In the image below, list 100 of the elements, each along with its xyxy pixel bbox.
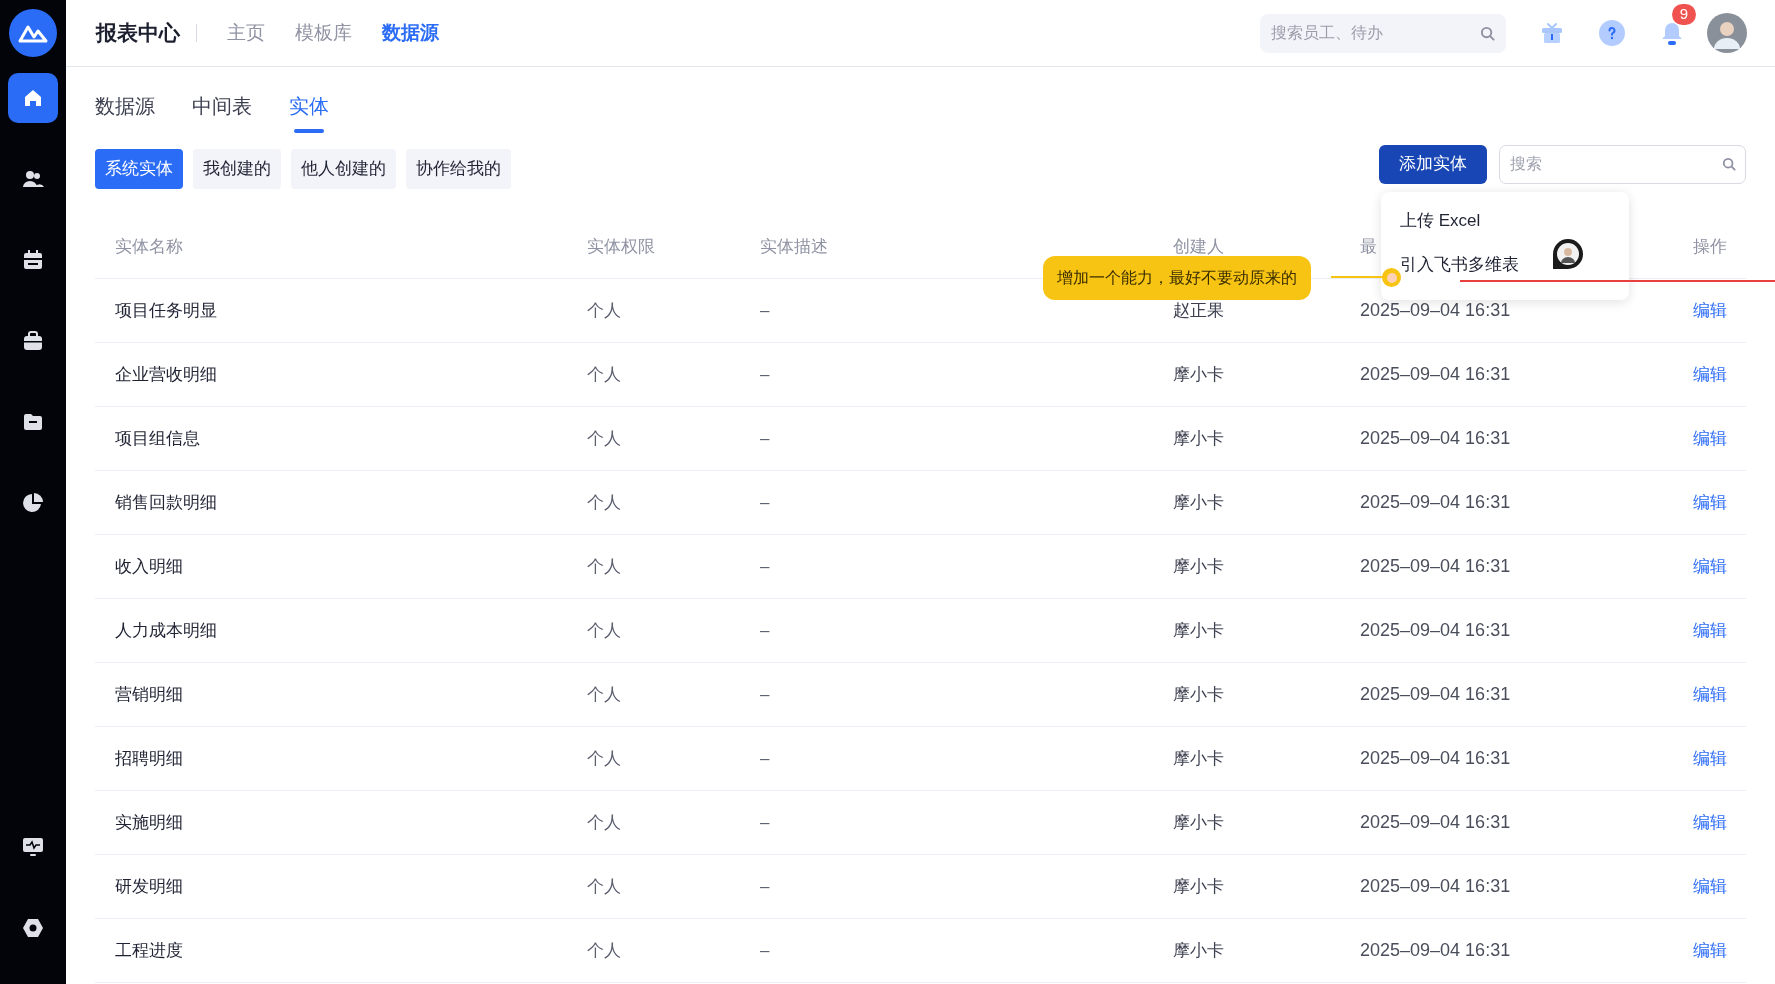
tab[interactable]: 数据源 [95,91,155,137]
search-icon[interactable] [1722,156,1736,171]
table-cell-text: 项目任务明显 [115,299,217,322]
table-cell-text: – [760,875,770,898]
table-cell-text: 摩小卡 [1173,747,1224,770]
column-header: 创建人 [1173,235,1224,258]
edit-link[interactable]: 编辑 [1693,873,1727,900]
table-cell-text: – [760,619,770,642]
table-cell-text: 个人 [587,811,621,834]
table-cell-text: – [760,939,770,962]
settings-icon [21,916,45,940]
table-cell-text: 摩小卡 [1173,811,1224,834]
table-cell-text: 研发明细 [115,875,183,898]
edit-link[interactable]: 编辑 [1693,425,1727,452]
edit-link[interactable]: 编辑 [1693,681,1727,708]
table-cell-text: 2025–09–04 16:31 [1360,811,1511,834]
nav-link[interactable]: 模板库 [295,18,352,48]
table-cell-text: 摩小卡 [1173,939,1224,962]
table-cell-text: – [760,491,770,514]
annotation-callout: 增加一个能力，最好不要动原来的 [1043,256,1311,300]
search-field[interactable]: 搜索 [1499,144,1746,184]
menu-item[interactable]: 上传 Excel [1400,206,1629,236]
app-title: 报表中心 [96,20,180,47]
table-cell-text: 个人 [587,747,621,770]
bell-icon[interactable] [1660,20,1684,46]
table-cell-text: 2025–09–04 16:31 [1360,683,1511,706]
search-icon[interactable] [1480,25,1495,41]
edit-link[interactable]: 编辑 [1693,745,1727,772]
table-cell-text: 个人 [587,363,621,386]
filter-button[interactable]: 我创建的 [193,149,281,189]
table-cell-text: 个人 [587,619,621,642]
column-header: 最 [1360,235,1377,258]
table-cell-text: 实施明细 [115,811,183,834]
filter-button[interactable]: 协作给我的 [406,149,511,189]
sidebar-item[interactable] [8,73,58,123]
table-cell-text: 摩小卡 [1173,619,1224,642]
table-cell-text: 人力成本明细 [115,619,217,642]
table-cell-text: 营销明细 [115,683,183,706]
table-cell-text: 项目组信息 [115,427,200,450]
table-cell-text: 个人 [587,683,621,706]
edit-link[interactable]: 编辑 [1693,937,1727,964]
table-cell-text: 摩小卡 [1173,555,1224,578]
edit-link[interactable]: 编辑 [1693,809,1727,836]
app-logo[interactable] [9,9,57,57]
tab[interactable]: 中间表 [192,91,252,137]
column-header: 实体权限 [587,235,655,258]
table-cell-text: 2025–09–04 16:31 [1360,363,1511,386]
table-cell-text: – [760,683,770,706]
column-header: 实体描述 [760,235,828,258]
table-cell-text: 个人 [587,491,621,514]
table-cell-text: 2025–09–04 16:31 [1360,939,1511,962]
table-cell-text: 摩小卡 [1173,683,1224,706]
table-cell-text: 2025–09–04 16:31 [1360,555,1511,578]
briefcase-icon [21,329,45,353]
table-cell-text: 企业营收明细 [115,363,217,386]
table-cell-text: – [760,427,770,450]
comment-pin-icon [1551,237,1585,271]
column-header: 实体名称 [115,235,183,258]
table-cell-text: 个人 [587,299,621,322]
help-icon[interactable] [1599,20,1625,46]
edit-link[interactable]: 编辑 [1693,489,1727,516]
table-cell-text: 摩小卡 [1173,491,1224,514]
table-cell-text: 工程进度 [115,939,183,962]
tab[interactable]: 实体 [289,91,329,137]
nav-link[interactable]: 数据源 [382,18,439,48]
user-avatar[interactable] [1707,13,1747,53]
table-cell-text: – [760,363,770,386]
edit-link[interactable]: 编辑 [1693,553,1727,580]
calendar-icon [21,248,45,272]
table-cell-text: – [760,747,770,770]
filter-button[interactable]: 系统实体 [95,149,183,189]
table-cell-text: 个人 [587,555,621,578]
search-field[interactable]: 搜索员工、待办 [1260,13,1506,53]
add-entity-button[interactable]: 添加实体 [1379,144,1487,184]
table-cell-text: – [760,555,770,578]
table-cell-text: 摩小卡 [1173,363,1224,386]
table-cell-text: – [760,811,770,834]
edit-link[interactable]: 编辑 [1693,617,1727,644]
column-header: 操作 [1693,235,1727,258]
table-cell-text: 个人 [587,875,621,898]
notification-badge: 9 [1672,4,1696,25]
table-cell-text: 摩小卡 [1173,427,1224,450]
table-cell-text: 2025–09–04 16:31 [1360,619,1511,642]
table-cell-text: 2025–09–04 16:31 [1360,875,1511,898]
table-cell-text: 2025–09–04 16:31 [1360,427,1511,450]
nav-link[interactable]: 主页 [227,18,265,48]
table-cell-text: – [760,299,770,322]
table-cell-text: 2025–09–04 16:31 [1360,299,1511,322]
edit-link[interactable]: 编辑 [1693,297,1727,324]
table-cell-text: 收入明细 [115,555,183,578]
table-cell-text: 个人 [587,939,621,962]
menu-item[interactable]: 引入飞书多维表 [1400,250,1629,280]
table-cell-text: 摩小卡 [1173,875,1224,898]
monitor-icon [21,835,45,859]
filter-button[interactable]: 他人创建的 [291,149,396,189]
edit-link[interactable]: 编辑 [1693,361,1727,388]
pie-chart-icon [21,491,45,515]
table-cell-text: 2025–09–04 16:31 [1360,491,1511,514]
table-cell-text: 2025–09–04 16:31 [1360,747,1511,770]
table-cell-text: 销售回款明细 [115,491,217,514]
